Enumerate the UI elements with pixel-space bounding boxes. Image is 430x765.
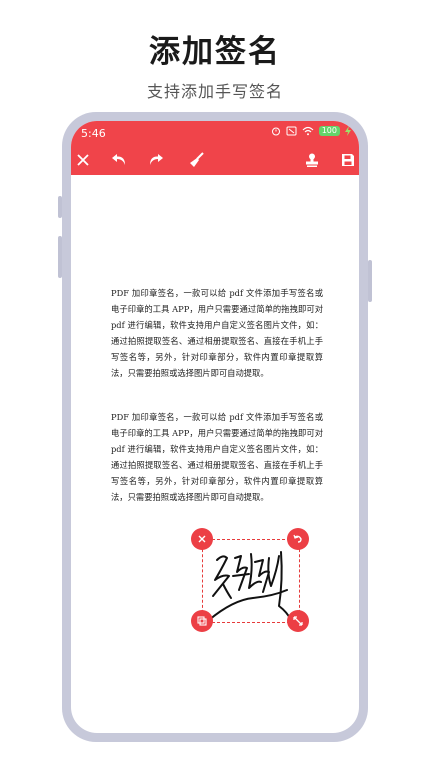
wifi-icon xyxy=(302,126,314,136)
promo-subtitle: 支持添加手写签名 xyxy=(146,82,283,101)
status-time: 5:46 xyxy=(81,127,106,140)
document-paragraph: PDF 加印章签名，一款可以给 pdf 文件添加手写签名或电子印章的工具 APP… xyxy=(111,288,323,378)
phone-side-button xyxy=(58,196,62,218)
promo-page: 添加签名 支持添加手写签名 5:46 100 PDF 加印章签名，一款可以给 p… xyxy=(0,0,430,765)
phone-side-button xyxy=(58,236,62,278)
redo-button[interactable] xyxy=(145,149,167,171)
rotate-handle-icon xyxy=(293,534,302,543)
battery-indicator: 100 xyxy=(318,126,340,136)
delete-handle[interactable] xyxy=(191,528,213,550)
editor-toolbar xyxy=(71,147,359,173)
delete-handle-icon xyxy=(198,535,206,543)
phone-screen: 5:46 100 PDF 加印章签名，一款可以给 pdf 文件添加手写签名或电子… xyxy=(71,121,359,733)
close-button[interactable] xyxy=(72,149,94,171)
battery-level: 100 xyxy=(321,126,337,135)
phone-frame: 5:46 100 PDF 加印章签名，一款可以给 pdf 文件添加手写签名或电子… xyxy=(58,112,372,742)
stamp-icon xyxy=(306,153,318,167)
rotate-handle[interactable] xyxy=(287,528,309,550)
alarm-icon xyxy=(271,127,280,136)
signature-box[interactable] xyxy=(202,539,300,623)
copy-handle-icon xyxy=(197,616,207,626)
sim-icon xyxy=(286,126,297,136)
document-paragraph: PDF 加印章签名，一款可以给 pdf 文件添加手写签名或电子印章的工具 APP… xyxy=(111,412,323,502)
save-button[interactable] xyxy=(337,149,359,171)
undo-button[interactable] xyxy=(108,149,130,171)
redo-icon xyxy=(150,154,163,165)
broom-icon xyxy=(190,152,204,167)
copy-handle[interactable] xyxy=(191,610,213,632)
clear-button[interactable] xyxy=(186,149,208,171)
undo-icon xyxy=(112,154,125,165)
resize-handle-icon xyxy=(293,616,303,626)
phone-side-button xyxy=(368,260,372,302)
app-bar: 5:46 100 xyxy=(71,121,359,175)
promo-title: 添加签名 xyxy=(149,34,281,70)
status-bar: 5:46 100 xyxy=(71,121,359,145)
close-icon xyxy=(77,154,89,166)
resize-handle[interactable] xyxy=(287,610,309,632)
save-icon xyxy=(342,154,354,166)
charging-icon xyxy=(345,126,351,136)
handwritten-signature xyxy=(208,551,292,621)
stamp-button[interactable] xyxy=(301,149,323,171)
